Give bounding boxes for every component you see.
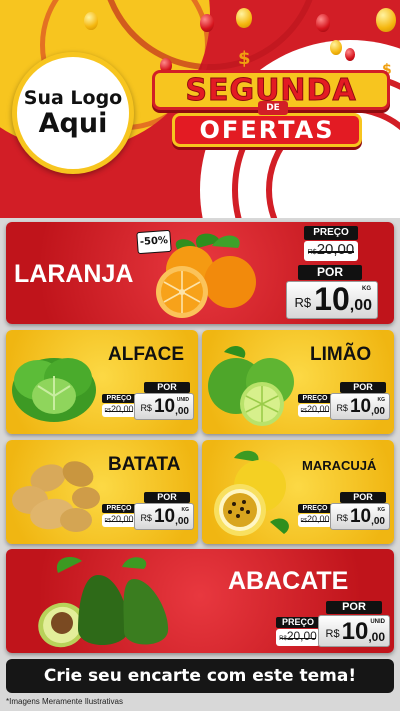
por-label: POR xyxy=(144,382,190,393)
price-unit: UNID xyxy=(370,619,385,625)
balloon-icon xyxy=(200,14,214,32)
price-integer: 10 xyxy=(349,396,372,417)
avocado-icon xyxy=(38,557,169,648)
logo-text-line2: Aqui xyxy=(38,107,108,139)
price-decimal: ,00 xyxy=(349,297,372,314)
strike-line xyxy=(300,520,330,522)
balloon-icon xyxy=(236,8,252,28)
create-flyer-banner[interactable]: Crie seu encarte com este tema! xyxy=(6,659,394,693)
logo-placeholder: Sua Logo Aqui xyxy=(12,52,134,174)
product-name: MARACUJÁ xyxy=(302,458,377,473)
preco-label: PREÇO xyxy=(102,504,136,513)
product-card-abacate: ABACATE PREÇO R$ 20,00 POR R$ 10 ,00 UNI… xyxy=(6,549,394,653)
price-decimal: ,00 xyxy=(175,516,189,527)
image-disclaimer: *Imagens Meramente Ilustrativas xyxy=(6,697,123,706)
old-price: R$ 20,00 xyxy=(298,514,332,527)
title-ofertas: OFERTAS xyxy=(172,113,362,147)
new-price: R$ 10 ,00 UNID xyxy=(134,393,194,420)
old-price-value: 20,00 xyxy=(316,241,355,258)
price-unit: KG xyxy=(377,507,386,513)
price-decimal: ,00 xyxy=(175,406,189,417)
product-card-limao: LIMÃO PREÇO R$ 20,00 POR R$ 10 ,00 KG xyxy=(202,330,394,434)
currency: R$ xyxy=(336,403,348,413)
dollar-icon: $ xyxy=(238,48,251,69)
price-integer: 10 xyxy=(341,618,369,645)
old-price: R$ 20,00 xyxy=(276,629,320,646)
strike-line xyxy=(308,251,354,253)
new-price: R$ 10 ,00 KG xyxy=(134,503,194,530)
balloon-icon xyxy=(84,12,98,30)
por-label: POR xyxy=(340,492,386,503)
old-price-value: 20,00 xyxy=(110,514,134,524)
old-price-value: 20,00 xyxy=(110,404,134,414)
preco-label: PREÇO xyxy=(102,394,136,403)
price-decimal: ,00 xyxy=(371,406,385,417)
header-banner: $ $ $ Sua Logo Aqui SEGUNDA OFERTAS DE xyxy=(0,0,400,218)
preco-label: PREÇO xyxy=(304,226,358,240)
price-unit: UNID xyxy=(176,397,189,403)
currency: R$ xyxy=(325,628,340,640)
por-label: POR xyxy=(326,601,382,614)
product-name: BATATA xyxy=(108,454,181,475)
title-ofertas-text: OFERTAS xyxy=(199,116,335,144)
new-price: R$ 10 ,00 KG xyxy=(330,503,390,530)
old-price: R$ 20,00 xyxy=(304,241,358,261)
product-card-laranja: LARANJA -50% PREÇO R$ 20,00 POR R$ 10 ,0… xyxy=(6,222,394,324)
old-price: R$ 20,00 xyxy=(102,404,136,417)
lettuce-icon xyxy=(12,358,96,422)
preco-label: PREÇO xyxy=(298,504,332,513)
price-unit: KG xyxy=(377,397,386,403)
product-card-alface: ALFACE PREÇO R$ 20,00 POR R$ 10 ,00 UNID xyxy=(6,330,198,434)
por-label: POR xyxy=(298,265,362,280)
old-price: R$ 20,00 xyxy=(298,404,332,417)
price-unit: KG xyxy=(362,286,371,292)
price-unit: KG xyxy=(181,507,190,513)
passion-fruit-icon xyxy=(214,450,289,536)
currency: R$ xyxy=(140,513,152,523)
preco-label: PREÇO xyxy=(276,617,320,628)
new-price: R$ 10 ,00 KG xyxy=(286,281,378,319)
price-integer: 10 xyxy=(314,281,350,317)
currency: R$ xyxy=(336,513,348,523)
price-integer: 10 xyxy=(153,506,176,527)
strike-line xyxy=(300,410,330,412)
balloon-icon xyxy=(376,8,396,32)
new-price: R$ 10 ,00 KG xyxy=(330,393,390,420)
price-integer: 10 xyxy=(153,396,176,417)
logo-text-line1: Sua Logo xyxy=(23,86,123,109)
por-label: POR xyxy=(340,382,386,393)
potato-icon xyxy=(12,461,100,532)
discount-badge: -50% xyxy=(136,229,172,255)
strike-line xyxy=(104,520,134,522)
balloon-icon xyxy=(330,40,342,55)
title-de: DE xyxy=(258,101,288,115)
old-price: R$ 20,00 xyxy=(102,514,136,527)
product-name: ABACATE xyxy=(228,567,349,595)
currency: R$ xyxy=(140,403,152,413)
product-card-batata: BATATA PREÇO R$ 20,00 POR R$ 10 ,00 KG xyxy=(6,440,198,544)
currency: R$ xyxy=(294,295,312,310)
preco-label: PREÇO xyxy=(298,394,332,403)
price-decimal: ,00 xyxy=(371,516,385,527)
product-name: ALFACE xyxy=(108,344,184,365)
new-price: R$ 10 ,00 UNID xyxy=(318,615,390,647)
price-integer: 10 xyxy=(349,506,372,527)
old-price-value: 20,00 xyxy=(286,629,317,643)
product-card-maracuja: MARACUJÁ PREÇO R$ 20,00 POR R$ 10 ,00 KG xyxy=(202,440,394,544)
product-name: LIMÃO xyxy=(310,344,372,365)
product-name: LARANJA xyxy=(14,260,134,288)
strike-line xyxy=(279,637,317,639)
balloon-icon xyxy=(345,48,355,61)
balloon-icon xyxy=(316,14,330,32)
old-price-value: 20,00 xyxy=(306,404,330,414)
old-price-value: 20,00 xyxy=(306,514,330,524)
por-label: POR xyxy=(144,492,190,503)
price-decimal: ,00 xyxy=(368,630,385,644)
lime-icon xyxy=(208,345,294,426)
strike-line xyxy=(104,410,134,412)
